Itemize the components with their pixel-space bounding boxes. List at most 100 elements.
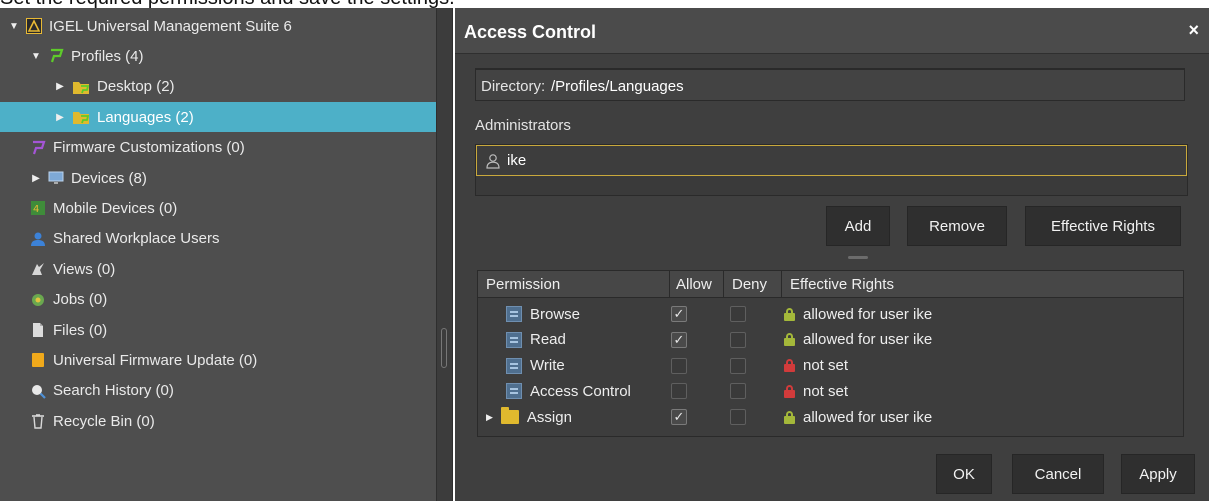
devices-icon [48,170,64,186]
expand-right-icon[interactable]: ▶ [54,112,66,123]
expand-down-icon[interactable]: ▼ [8,21,20,32]
tree-item[interactable]: ▶ Desktop (2) [0,72,436,102]
ok-button[interactable]: OK [936,454,992,494]
permission-name: Browse [530,305,581,323]
splitter-handle[interactable] [848,256,868,259]
tree-item-label: Shared Workplace Users [53,230,220,248]
permission-icon [506,331,522,348]
allow-checkbox[interactable] [671,383,687,400]
tree-item[interactable]: Firmware Customizations (0) [0,133,436,163]
cancel-button[interactable]: Cancel [1012,454,1104,494]
tree-item[interactable]: Recycle Bin (0) [0,406,436,436]
allow-checkbox[interactable] [671,357,687,374]
directory-label: Directory: [481,78,546,95]
effective-rights-text: allowed for user ike [803,408,933,426]
firmware-update-icon [30,352,46,368]
allow-checkbox[interactable]: ✓ [671,409,687,426]
deny-checkbox-cell [730,301,746,327]
administrators-list[interactable]: ike [475,144,1188,196]
table-header: Permission Allow Deny Effective Rights [478,271,1183,298]
permission-icon [506,306,522,322]
effective-rights-button[interactable]: Effective Rights [1025,206,1181,246]
effective-rights-text: allowed for user ike [803,305,933,323]
permission-name: Write [530,357,565,375]
tree-item-label: Mobile Devices (0) [53,199,178,217]
allow-checkbox[interactable]: ✓ [671,306,687,322]
add-button[interactable]: Add [826,206,890,246]
tree-item[interactable]: Views (0) [0,254,436,284]
effective-rights-cell: allowed for user ike [784,327,932,353]
effective-rights-cell: not set [784,353,848,379]
tree-item[interactable]: Shared Workplace Users [0,224,436,254]
expand-down-icon[interactable]: ▼ [30,51,42,62]
splitter-grip[interactable] [441,328,447,368]
deny-checkbox-cell [730,404,746,430]
dialog-title: Access Control [464,22,597,42]
tree-item[interactable]: Files (0) [0,315,436,345]
tree-item-label: Views (0) [53,260,116,278]
allow-checkbox-cell: ✓ [671,404,687,430]
expand-right-icon[interactable]: ▶ [30,173,42,184]
deny-checkbox[interactable] [730,306,746,322]
permission-row[interactable]: Access Control not set [478,378,1183,404]
tree-item-label: Recycle Bin (0) [53,412,155,430]
deny-checkbox-cell [730,378,746,404]
tree-item-label: Languages (2) [97,108,194,126]
permission-row[interactable]: ▶ Assign ✓ allowed for user ike [478,404,1183,431]
column-deny[interactable]: Deny [724,271,782,298]
apply-button[interactable]: Apply [1121,454,1195,494]
permission-row[interactable]: Browse ✓ allowed for user ike [478,301,1183,327]
access-control-dialog: Access Control × Directory: /Profiles/La… [455,8,1209,501]
permission-row[interactable]: Write not set [478,352,1183,379]
allow-checkbox[interactable]: ✓ [671,331,687,348]
directory-value: /Profiles/Languages [551,78,684,95]
deny-checkbox[interactable] [730,409,746,426]
tree-item[interactable]: ▶ Devices (8) [0,163,436,193]
tree-item[interactable]: Search History (0) [0,376,436,406]
firmware-customization-icon [30,140,46,156]
column-permission[interactable]: Permission [478,271,670,298]
remove-button[interactable]: Remove [907,206,1007,246]
close-icon[interactable]: × [1188,20,1199,41]
tree-item-label: Firmware Customizations (0) [53,139,245,157]
administrators-label: Administrators [475,117,571,134]
deny-checkbox[interactable] [730,383,746,400]
tree-item[interactable]: Universal Firmware Update (0) [0,345,436,375]
expand-right-icon[interactable]: ▶ [54,81,66,92]
tree-item[interactable]: ▼ IGEL Universal Management Suite 6 [0,11,436,41]
tree-item[interactable]: ▼ Profiles (4) [0,41,436,71]
folder-profile-icon [72,109,90,125]
navigation-tree: ▼ IGEL Universal Management Suite 6 ▼ Profi… [0,8,436,501]
permission-name: Access Control [530,382,631,400]
effective-rights-cell: not set [784,378,848,404]
tree-item-label: Jobs (0) [53,291,108,309]
tree-item-label: Desktop (2) [97,78,175,96]
permission-cell: Write [506,353,565,379]
allow-checkbox-cell [671,378,687,404]
deny-checkbox[interactable] [730,331,746,348]
deny-checkbox[interactable] [730,357,746,374]
column-allow[interactable]: Allow [670,271,724,298]
locked-icon [784,384,795,398]
locked-icon [784,359,795,373]
permission-name: Assign [526,408,572,426]
tree-item-label: Profiles (4) [71,47,144,65]
directory-field: Directory: /Profiles/Languages [475,68,1185,101]
folder-profile-icon [72,79,90,95]
expand-right-icon[interactable]: ▶ [486,412,493,423]
effective-rights-text: not set [803,357,849,375]
panel-splitter[interactable] [436,8,453,501]
tree-item-label: Devices (8) [71,169,147,187]
effective-rights-cell: allowed for user ike [784,404,932,430]
permission-row[interactable]: Read ✓ allowed for user ike [478,327,1183,353]
tree-item[interactable]: 4 Mobile Devices (0) [0,193,436,223]
administrator-item[interactable]: ike [476,145,1187,176]
tree-item[interactable]: ▶ Languages (2) [0,102,436,133]
unlocked-icon [784,410,795,424]
instruction-caption: Set the required permissions and save th… [0,0,1209,8]
tree-item-label: Files (0) [53,321,108,339]
mobile-devices-icon: 4 [30,200,46,216]
files-icon [30,322,46,338]
tree-item[interactable]: Jobs (0) [0,285,436,315]
column-effective-rights[interactable]: Effective Rights [782,271,1183,298]
